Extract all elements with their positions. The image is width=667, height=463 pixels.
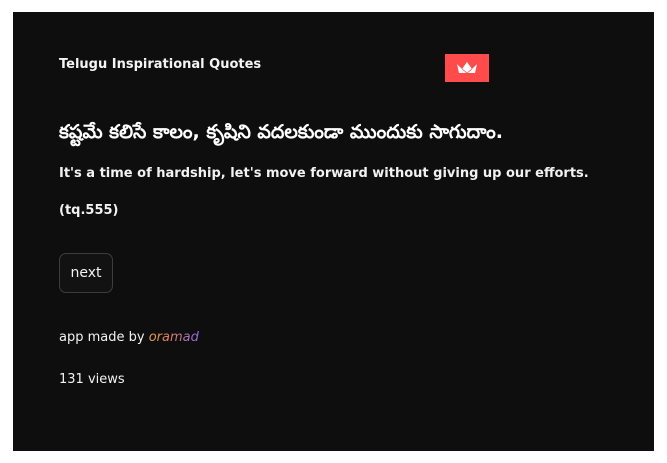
app-container: Telugu Inspirational Quotes కష్టమే కలిసే…: [13, 12, 654, 451]
author-link[interactable]: oramad: [149, 330, 199, 345]
quote-telugu-text: కష్టమే కలిసే కాలం, కృషిని వదలకుండా ముందు…: [59, 121, 503, 143]
quote-reference: (tq.555): [59, 203, 119, 218]
quote-english-translation: It's a time of hardship, let's move forw…: [59, 166, 589, 181]
app-title: Telugu Inspirational Quotes: [59, 57, 262, 72]
views-count: 131 views: [59, 372, 125, 387]
next-button[interactable]: next: [59, 253, 113, 293]
crown-icon: [456, 61, 478, 75]
credit-line: app made by oramad: [59, 330, 199, 345]
credit-prefix: app made by: [59, 330, 149, 345]
crown-logo: [445, 54, 489, 82]
